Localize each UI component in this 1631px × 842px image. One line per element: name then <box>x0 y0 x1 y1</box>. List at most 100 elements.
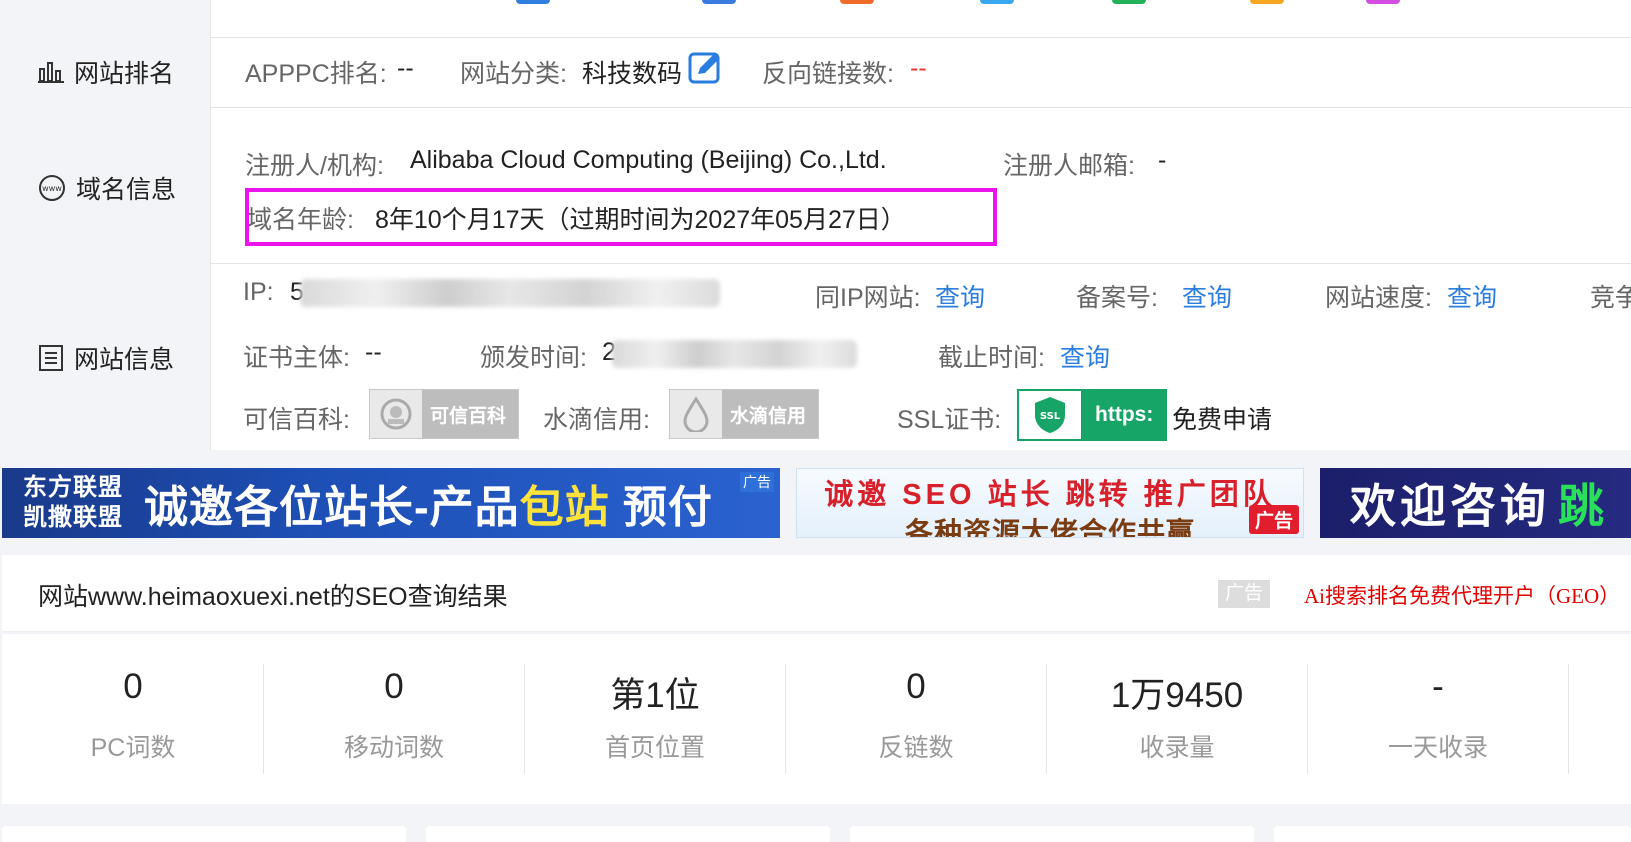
top-icon[interactable] <box>1112 0 1146 4</box>
registrant-value: Alibaba Cloud Computing (Beijing) Co.,Lt… <box>410 146 887 174</box>
svg-text:www: www <box>42 184 62 193</box>
stat-mobile-words[interactable]: 0 移动词数 <box>263 634 525 804</box>
banner2-line1: 诚邀 SEO 站长 跳转 推广团队 <box>824 479 1276 511</box>
banner2-line2: 各种资源大佬合作共赢 <box>904 517 1195 538</box>
seo-results-header: 网站www.heimaoxuexi.net的SEO查询结果 广告 Ai搜索排名免… <box>2 555 1631 632</box>
site-info-panel: 网站排名 www 域名信息 网站信息 APPPC排名: -- 网站分类: 科技数… <box>0 0 1631 452</box>
ssl-icon-text: SSL <box>1040 411 1061 422</box>
backlinks-value: -- <box>910 54 927 82</box>
stat-caption: 反链数 <box>878 734 954 762</box>
top-icon[interactable] <box>980 0 1014 4</box>
category-value: 科技数码 <box>582 60 683 88</box>
kexin-badge-text: 可信百科 <box>430 405 507 427</box>
sidebar-item-ranking: 网站排名 <box>38 54 174 90</box>
icp-label: 备案号: <box>1076 284 1158 312</box>
ai-search-ad-link[interactable]: Ai搜索排名免费代理开户（GEO） <box>1304 580 1620 610</box>
speed-query-link[interactable]: 查询 <box>1447 278 1497 314</box>
banner1-slogan-end: 预付 <box>622 483 713 532</box>
top-icon[interactable] <box>702 0 736 4</box>
top-icon[interactable] <box>516 0 550 4</box>
stat-value: 1万9450 <box>1110 676 1244 715</box>
stat-indexed[interactable]: 1万9450 收录量 <box>1046 634 1308 804</box>
sidebar-label: 网站信息 <box>74 346 175 374</box>
bottom-card <box>1274 826 1631 842</box>
stat-pc-words[interactable]: 0 PC词数 <box>2 634 264 804</box>
www-globe-icon: www <box>38 174 66 202</box>
ssl-label: SSL证书: <box>897 406 1002 434</box>
ssl-free-apply-link[interactable]: 免费申请 <box>1172 400 1272 436</box>
ad-banner-consult[interactable]: 欢迎咨询跳 <box>1320 468 1631 538</box>
cert-subject-label: 证书主体: <box>243 344 350 372</box>
blurred-ip <box>300 279 720 307</box>
stat-value: 0 <box>906 667 926 706</box>
appc-rank-label: APPPC排名: <box>245 60 387 88</box>
stat-value: 第1位 <box>610 676 700 715</box>
blurred-issue-time <box>612 340 857 368</box>
bottom-card <box>426 826 830 842</box>
ad-label: 广告 <box>1248 505 1299 534</box>
top-icon[interactable] <box>840 0 874 4</box>
cert-subject-value: -- <box>365 338 382 366</box>
speed-label: 网站速度: <box>1325 284 1432 312</box>
issue-time-label: 颁发时间: <box>480 344 587 372</box>
row-divider <box>210 107 1631 108</box>
stat-caption: PC词数 <box>90 734 176 762</box>
stat-value: 0 <box>384 667 404 706</box>
shuidi-badge-text: 水滴信用 <box>730 405 807 427</box>
registrant-label: 注册人/机构: <box>245 152 384 180</box>
banner1-slogan-highlight: 包站 <box>519 483 610 532</box>
seo-results-title: 网站www.heimaoxuexi.net的SEO查询结果 <box>38 583 508 611</box>
registrant-email-label: 注册人邮箱: <box>1003 152 1135 180</box>
sidebar-label: 网站排名 <box>74 60 175 88</box>
stat-caption: 一天收录 <box>1387 734 1488 762</box>
banner1-brand-bottom: 凯撒联盟 <box>23 504 123 531</box>
same-ip-query-link[interactable]: 查询 <box>935 278 985 314</box>
ssl-badge[interactable]: SSL https: <box>1017 389 1167 441</box>
bar-chart-icon <box>38 59 64 85</box>
stat-divider <box>1568 664 1569 774</box>
stat-home-position[interactable]: 第1位 首页位置 <box>524 634 786 804</box>
stat-caption: 移动词数 <box>343 734 444 762</box>
kexin-label: 可信百科: <box>243 406 350 434</box>
stat-value: - <box>1432 667 1444 706</box>
registrant-email-value: - <box>1158 146 1167 174</box>
kexin-seal-icon <box>370 390 422 438</box>
same-ip-label: 同IP网站: <box>815 284 921 312</box>
top-icon[interactable] <box>1250 0 1284 4</box>
ip-label: IP: <box>243 278 274 306</box>
sidebar-item-domain: www 域名信息 <box>38 170 176 206</box>
stat-value: 0 <box>123 667 143 706</box>
banner1-brand: 东方联盟 凯撒联盟 <box>2 473 144 533</box>
row-divider <box>210 37 1631 38</box>
ad-banner-seo[interactable]: 诚邀 SEO 站长 跳转 推广团队 各种资源大佬合作共赢 广告 <box>796 468 1304 538</box>
row-divider <box>210 263 1631 264</box>
banner3-green-text: 跳 <box>1558 480 1608 532</box>
seo-stats-row: 0 PC词数 0 移动词数 第1位 首页位置 0 反链数 1万9450 收录量 … <box>2 634 1631 804</box>
stat-backlinks[interactable]: 0 反链数 <box>785 634 1047 804</box>
kexin-badge[interactable]: 可信百科 <box>369 389 519 439</box>
ad-label: 广告 <box>740 472 774 492</box>
icp-query-link[interactable]: 查询 <box>1182 278 1232 314</box>
banner1-slogan-text: 诚邀各位站长-产品 <box>144 483 520 532</box>
ssl-badge-text: https: <box>1095 403 1154 426</box>
banner1-slogan: 诚邀各位站长-产品包站 预付 <box>144 471 713 535</box>
stat-daily-indexed[interactable]: - 一天收录 <box>1307 634 1569 804</box>
water-drop-icon <box>670 390 722 438</box>
shuidi-badge[interactable]: 水滴信用 <box>669 389 819 439</box>
stat-caption: 首页位置 <box>604 734 705 762</box>
highlight-box <box>245 188 997 246</box>
backlinks-label: 反向链接数: <box>762 60 894 88</box>
ad-tag: 广告 <box>1218 580 1270 608</box>
top-icon[interactable] <box>1366 0 1400 4</box>
ssl-shield-icon: SSL <box>1019 391 1081 439</box>
expire-query-link[interactable]: 查询 <box>1060 338 1110 374</box>
sidebar-item-site-info: 网站信息 <box>38 340 174 376</box>
banner1-brand-top: 东方联盟 <box>23 474 123 501</box>
banner3-text: 欢迎咨询 <box>1350 480 1550 532</box>
stat-caption: 收录量 <box>1139 734 1215 762</box>
ad-banner-dongfang[interactable]: 东方联盟 凯撒联盟 诚邀各位站长-产品包站 预付 广告 <box>2 468 780 538</box>
category-label: 网站分类: <box>460 60 567 88</box>
sidebar-label: 域名信息 <box>76 176 177 204</box>
edit-icon[interactable] <box>688 50 722 89</box>
document-list-icon <box>38 344 64 372</box>
